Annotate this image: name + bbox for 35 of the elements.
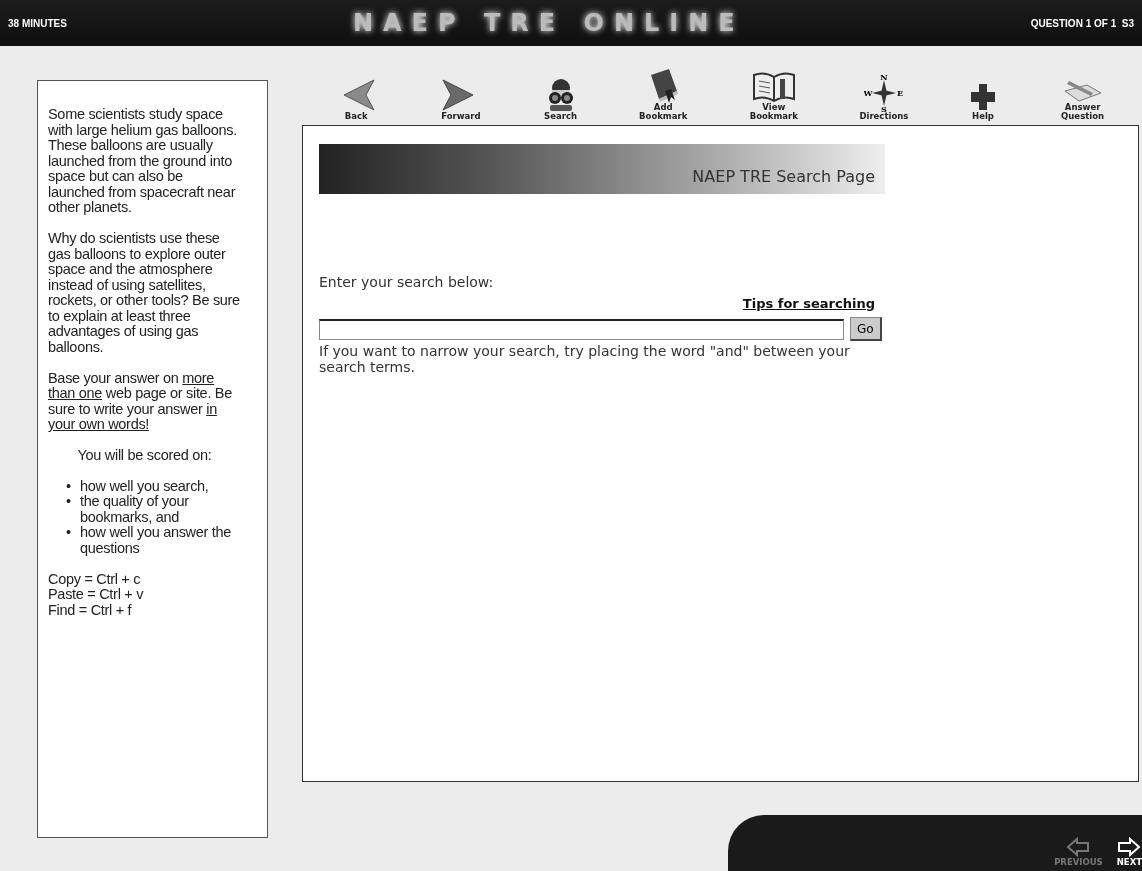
shortcut-hint: Paste = Ctrl + v [48,587,145,603]
go-button[interactable]: Go [850,317,882,341]
scoring-heading: You will be scored on: [76,448,213,464]
shortcut-hint: Copy = Ctrl + c [48,571,142,587]
toolbar-button[interactable]: N W E S Directions [859,74,909,121]
toolbar-button[interactable]: Search [543,78,578,121]
search-hint: If you want to narrow your search, try placing the word "and" between your search terms. [319,343,851,375]
toolbar-button[interactable]: Help [968,82,997,121]
scoring-criterion: how well you search, [80,478,209,494]
bullet: • [66,494,72,510]
scoring-criterion: how well you answer the questions [80,525,233,556]
toolbar-button[interactable]: Back [334,78,379,121]
prompt-paragraph: Base your answer on more than one web page or site. Be sure to write your answer in your own words! [48,370,233,433]
open-book-icon [751,69,796,103]
bullet: • [66,478,72,494]
tips-link[interactable]: Tips for searching [319,296,875,311]
banner-title: NAEP TRE Search Page [692,167,875,186]
right-arrow-icon [1117,837,1142,857]
next-button[interactable]: NEXT [1116,837,1142,867]
pencil-paper-icon [1062,79,1103,103]
question-counter: QUESTION 1 OF 1 S3 [1030,17,1134,29]
shortcut-hint: Find = Ctrl + f [48,602,133,618]
search-instruction: Enter your search below: [319,274,495,290]
toolbar-button[interactable]: Answer Question [1057,79,1108,121]
search-field[interactable] [319,318,844,340]
toolbar-button[interactable]: View Bookmark [748,69,799,121]
toolbar-button[interactable]: Forward [438,78,483,121]
toolbar-button[interactable]: Add Bookmark [638,67,689,121]
left-arrow-icon [1066,837,1091,857]
app-logo: NAEP TRE ONLINE [352,9,745,37]
prompt-paragraph: Why do scientists use these gas balloons to explore outer space and the atmosphere instead of using satellites, rockets, or other tools? Be sure to explain at least three advantages of using gas balloons. [48,231,241,355]
cross-icon [968,82,997,112]
bullet: • [66,525,72,541]
timer: 38 MINUTES [8,17,67,29]
prompt-paragraph: Some scientists study space with large helium gas balloons. These balloons are usually launched from the ground into space but can also be launched from spacecraft near other planets. [48,107,238,216]
